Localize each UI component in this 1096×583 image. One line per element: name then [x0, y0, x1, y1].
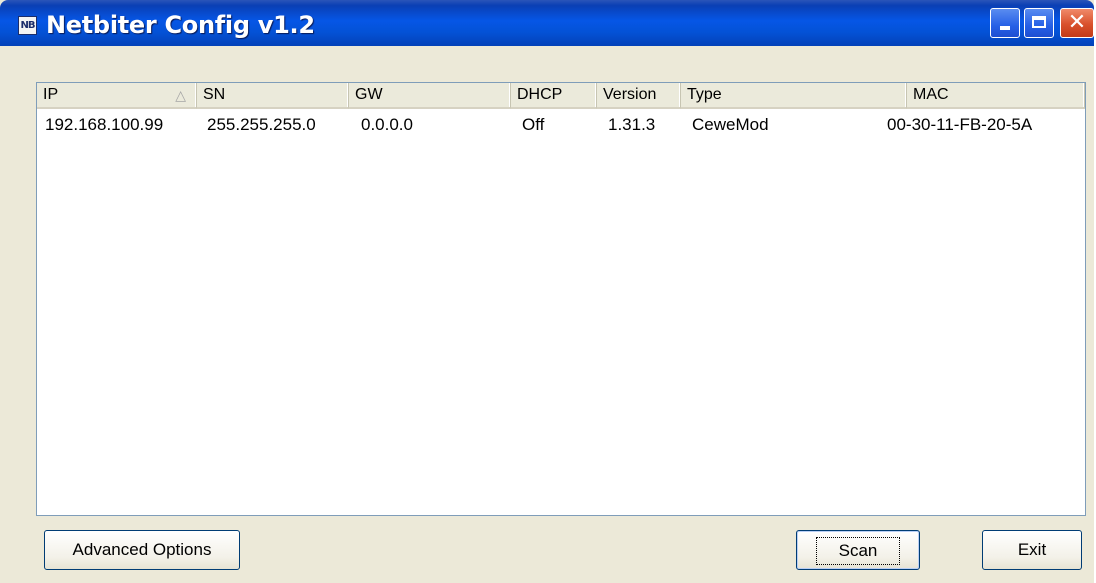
window-title: Netbiter Config v1.2 — [46, 11, 315, 39]
column-header-label: DHCP — [517, 86, 563, 103]
minimize-button[interactable] — [990, 8, 1020, 38]
title-bar[interactable]: NB Netbiter Config v1.2 ✕ — [0, 0, 1094, 46]
column-header-label: IP — [43, 86, 59, 103]
sort-ascending-icon: △ — [175, 88, 186, 104]
column-header-label: Type — [687, 86, 722, 103]
maximize-button[interactable] — [1024, 8, 1054, 38]
column-header-version[interactable]: Version — [597, 83, 681, 109]
list-header: IP △ SN GW DHCP Version Type MAC — [37, 83, 1085, 109]
app-icon[interactable]: NB — [18, 16, 37, 35]
cell-gw: 0.0.0.0 — [361, 115, 413, 134]
column-header-gw[interactable]: GW — [349, 83, 511, 109]
column-header-label: MAC — [913, 86, 949, 103]
cell-ip: 192.168.100.99 — [45, 115, 164, 134]
maximize-icon — [1032, 16, 1046, 28]
app-window: NB Netbiter Config v1.2 ✕ IP △ SN GW DHC… — [0, 0, 1094, 583]
column-header-dhcp[interactable]: DHCP — [511, 83, 597, 109]
cell-type: CeweMod — [692, 115, 769, 134]
device-list[interactable]: IP △ SN GW DHCP Version Type MAC 192.168… — [36, 82, 1086, 516]
cell-mac: 00-30-11-FB-20-5A — [887, 115, 1033, 134]
close-icon: ✕ — [1067, 10, 1087, 35]
scan-button-label: Scan — [815, 537, 901, 565]
column-header-type[interactable]: Type — [681, 83, 907, 109]
column-header-label: GW — [355, 86, 383, 103]
cell-version: 1.31.3 — [608, 115, 656, 134]
column-header-label: SN — [203, 86, 226, 103]
advanced-options-button[interactable]: Advanced Options — [44, 530, 240, 570]
close-button[interactable]: ✕ — [1060, 8, 1094, 38]
column-header-mac[interactable]: MAC — [907, 83, 1085, 109]
table-row[interactable]: 192.168.100.99 255.255.255.0 0.0.0.0 Off… — [37, 113, 1085, 137]
column-header-sn[interactable]: SN — [197, 83, 349, 109]
column-header-ip[interactable]: IP △ — [37, 83, 197, 109]
scan-button[interactable]: Scan — [796, 530, 920, 570]
exit-button[interactable]: Exit — [982, 530, 1082, 570]
column-header-label: Version — [603, 86, 657, 103]
minimize-icon — [1000, 26, 1010, 30]
cell-sn: 255.255.255.0 — [207, 115, 316, 134]
cell-dhcp: Off — [522, 115, 545, 134]
